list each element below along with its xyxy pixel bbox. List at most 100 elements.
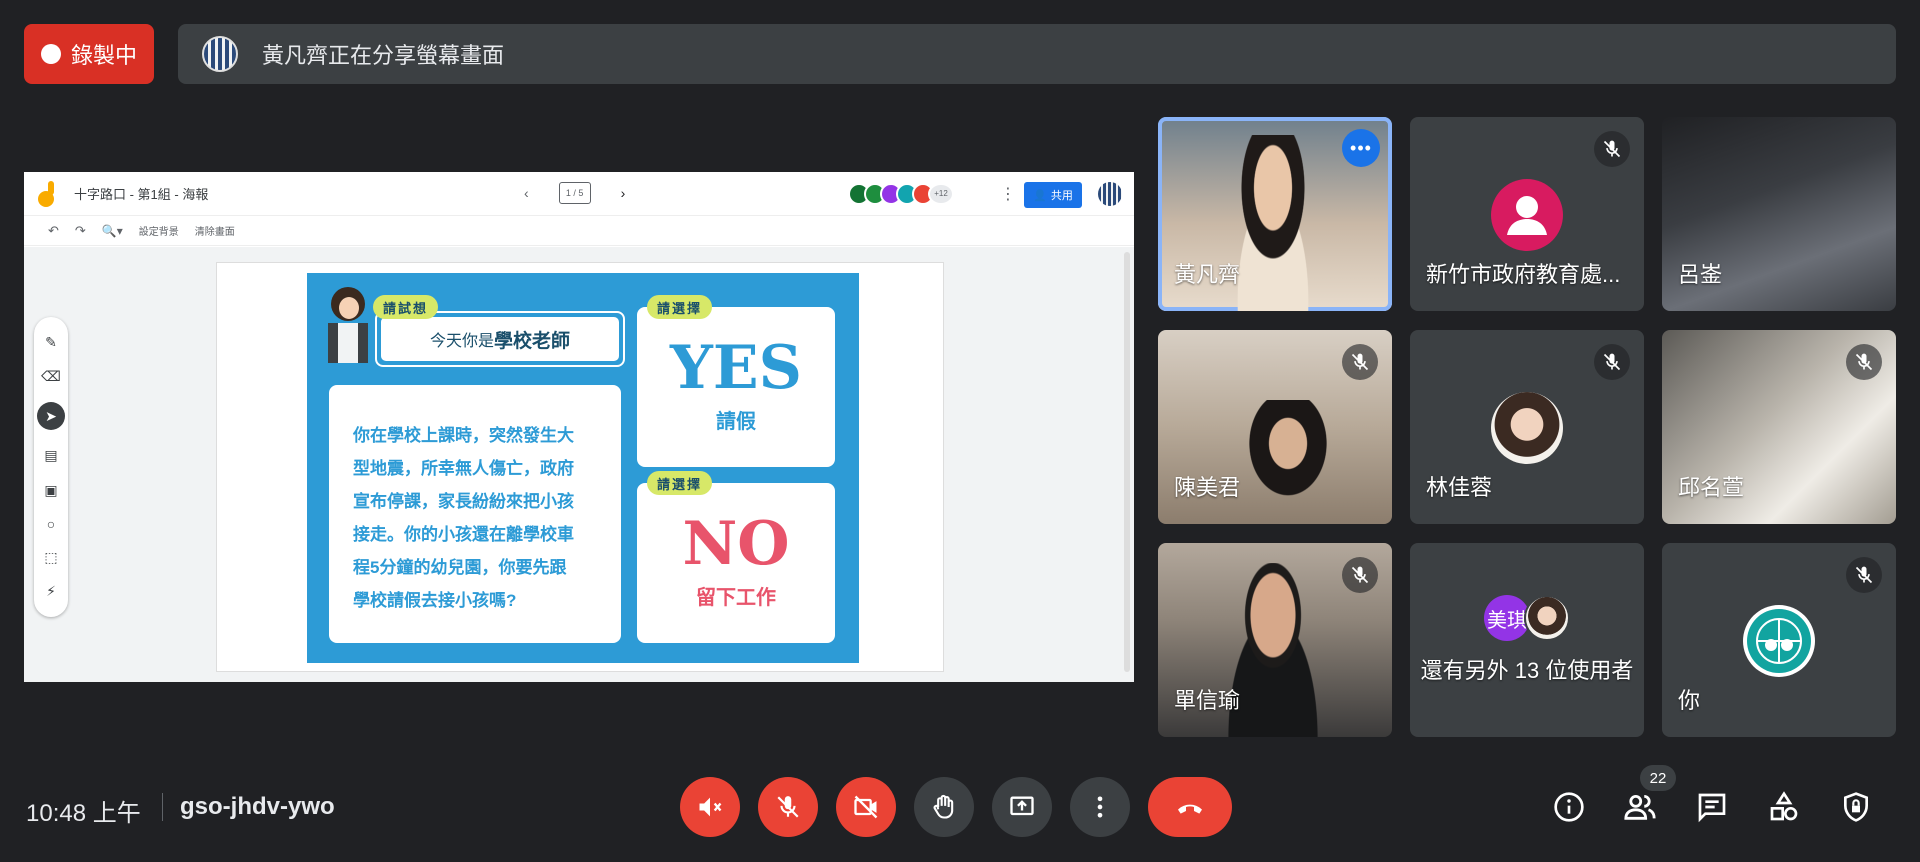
participant-tile[interactable]: 新竹市政府教育處...: [1410, 117, 1644, 311]
meeting-details-button[interactable]: [1547, 785, 1591, 829]
canvas-scrollbar: [1124, 252, 1130, 672]
recording-label: 錄製中: [70, 43, 137, 68]
scenario-line: 學校請假去接小孩嗎?: [353, 591, 517, 610]
participant-tile[interactable]: 陳美君: [1158, 330, 1392, 524]
next-frame-icon: ›: [620, 185, 626, 201]
scenario-line: 接走。你的小孩還在離學校車: [353, 525, 574, 544]
mic-button[interactable]: [758, 777, 818, 837]
scenario-line: 程5分鐘的幼兒園，你要先跟: [353, 558, 567, 577]
prev-frame-icon: ‹: [524, 185, 529, 201]
meeting-time: 10:48 上午: [26, 800, 141, 827]
poster-tag-think: 請試想: [373, 295, 439, 319]
participant-tile-others[interactable]: 美琪 還有另外 13 位使用者: [1410, 543, 1644, 737]
poster-tag-choose-yes: 請選擇: [647, 295, 713, 319]
poster-title-box: 今天你是 學校老師: [375, 311, 625, 367]
mic-off-icon: [777, 796, 799, 818]
participant-video: [1228, 400, 1348, 524]
participant-name: 單信瑜: [1174, 688, 1241, 713]
participant-name: 邱名萱: [1678, 475, 1745, 500]
collaborator-avatars: +12: [848, 183, 954, 205]
redo-icon: ↷: [74, 222, 86, 238]
no-option: NO 留下工作: [637, 483, 835, 643]
shared-screen: 十字路口 - 第1組 - 海報 ‹ 1 / 5 › +12 ⋮ 👤 共用 ↶ ↷…: [24, 172, 1134, 682]
clear-frame-label: 清除畫面: [194, 227, 235, 238]
more-options-button[interactable]: [1070, 777, 1130, 837]
raise-hand-button[interactable]: [914, 777, 974, 837]
laser-icon: ⚡: [46, 583, 56, 600]
teacher-illustration: [325, 287, 371, 369]
yes-sub-label: 請假: [716, 411, 756, 433]
frame-indicator: 1 / 5: [558, 182, 591, 204]
more-options-icon: ⋮: [1000, 186, 1016, 203]
zoom-icon: 🔍▾: [101, 223, 123, 238]
camera-button[interactable]: [836, 777, 896, 837]
jamboard-toolbar: ↶ ↷ 🔍▾ 設定背景 清除畫面: [24, 216, 1134, 246]
chat-button[interactable]: [1690, 785, 1734, 829]
participant-tile-self[interactable]: 你: [1662, 543, 1896, 737]
participant-name: 黃凡齊: [1174, 262, 1241, 287]
participant-tile[interactable]: 呂崟: [1662, 117, 1896, 311]
undo-icon: ↶: [48, 222, 59, 238]
chat-icon: [1698, 793, 1726, 823]
more-options-button[interactable]: •••: [1342, 129, 1380, 167]
jamboard-frame: 今天你是 學校老師 請試想 你在學校上課時，突然發生大 型地震，所幸無人傷亡，政…: [216, 262, 944, 672]
image-icon: ▣: [44, 481, 58, 498]
participant-tile[interactable]: 林佳蓉: [1410, 330, 1644, 524]
mic-off-icon: [1342, 557, 1378, 593]
poster: 今天你是 學校老師 請試想 你在學校上課時，突然發生大 型地震，所幸無人傷亡，政…: [307, 273, 859, 663]
drawing-tools: ✎ ⌫ ➤ ▤ ▣ ○ ⬚ ⚡: [34, 317, 68, 617]
participant-avatar: [1491, 179, 1563, 251]
info-icon: [1554, 792, 1584, 822]
participant-avatar: [1524, 595, 1570, 641]
people-button[interactable]: [1618, 785, 1662, 829]
jamboard-logo-icon: [38, 180, 58, 207]
shield-lock-icon: [1844, 792, 1868, 822]
scenario-line: 你在學校上課時，突然發生大: [353, 426, 574, 445]
scenario-line: 型地震，所幸無人傷亡，政府: [353, 459, 574, 478]
participant-name: 新竹市政府教育處...: [1426, 262, 1621, 287]
presentation-banner-text: 黃凡齊正在分享螢幕畫面: [262, 43, 505, 68]
select-icon: ➤: [37, 402, 65, 431]
present-now-button[interactable]: [992, 777, 1052, 837]
jamboard-share-button: 👤 共用: [1024, 182, 1082, 208]
recording-indicator: 錄製中: [24, 24, 154, 84]
participant-tile[interactable]: ••• 黃凡齊: [1158, 117, 1392, 311]
participant-tile[interactable]: 邱名萱: [1662, 330, 1896, 524]
hang-up-icon: [1178, 804, 1202, 814]
mic-off-icon: [1846, 557, 1882, 593]
poster-title-role: 學校老師: [494, 330, 571, 352]
activities-button[interactable]: [1762, 785, 1806, 829]
person-icon: 👤: [1033, 189, 1047, 202]
presentation-banner: 黃凡齊正在分享螢幕畫面: [178, 24, 1896, 84]
meeting-code: gso-jhdv-ywo: [180, 793, 335, 820]
eraser-icon: ⌫: [41, 367, 61, 384]
present-screen-icon: [1010, 796, 1034, 816]
poster-tag-choose-no: 請選擇: [647, 471, 713, 495]
no-label: NO: [682, 509, 790, 579]
audio-output-button[interactable]: [680, 777, 740, 837]
participant-count-badge: 22: [1640, 765, 1676, 791]
jamboard-header: 十字路口 - 第1組 - 海報 ‹ 1 / 5 › +12 ⋮ 👤 共用: [24, 172, 1134, 216]
divider: [162, 793, 163, 821]
participant-name: 呂崟: [1678, 262, 1723, 287]
frame-pager: ‹ 1 / 5 ›: [524, 182, 625, 204]
camera-off-icon: [854, 795, 878, 819]
leave-call-button[interactable]: [1148, 777, 1232, 837]
meeting-controls-bar: 10:48 上午 gso-jhdv-ywo 22: [0, 745, 1920, 862]
jamboard-user-avatar: [1098, 182, 1122, 206]
poster-title-prefix: 今天你是: [429, 333, 494, 350]
participant-avatar: [1491, 392, 1563, 464]
more-vert-icon: [1097, 796, 1103, 818]
jamboard-title: 十字路口 - 第1組 - 海報: [74, 187, 209, 202]
participant-name: 林佳蓉: [1426, 475, 1493, 500]
poster-scenario: 你在學校上課時，突然發生大 型地震，所幸無人傷亡，政府 宣布停課，家長紛紛來把小…: [329, 385, 621, 643]
others-label: 還有另外 13 位使用者: [1420, 658, 1634, 683]
set-background-label: 設定背景: [138, 227, 179, 238]
no-sub-label: 留下工作: [696, 587, 776, 609]
mic-off-icon: [1594, 131, 1630, 167]
yes-option: YES 請假: [637, 307, 835, 467]
scenario-line: 宣布停課，家長紛紛來把小孩: [353, 492, 574, 511]
participant-tile[interactable]: 單信瑜: [1158, 543, 1392, 737]
presenter-avatar: [202, 36, 238, 72]
host-controls-button[interactable]: [1834, 785, 1878, 829]
